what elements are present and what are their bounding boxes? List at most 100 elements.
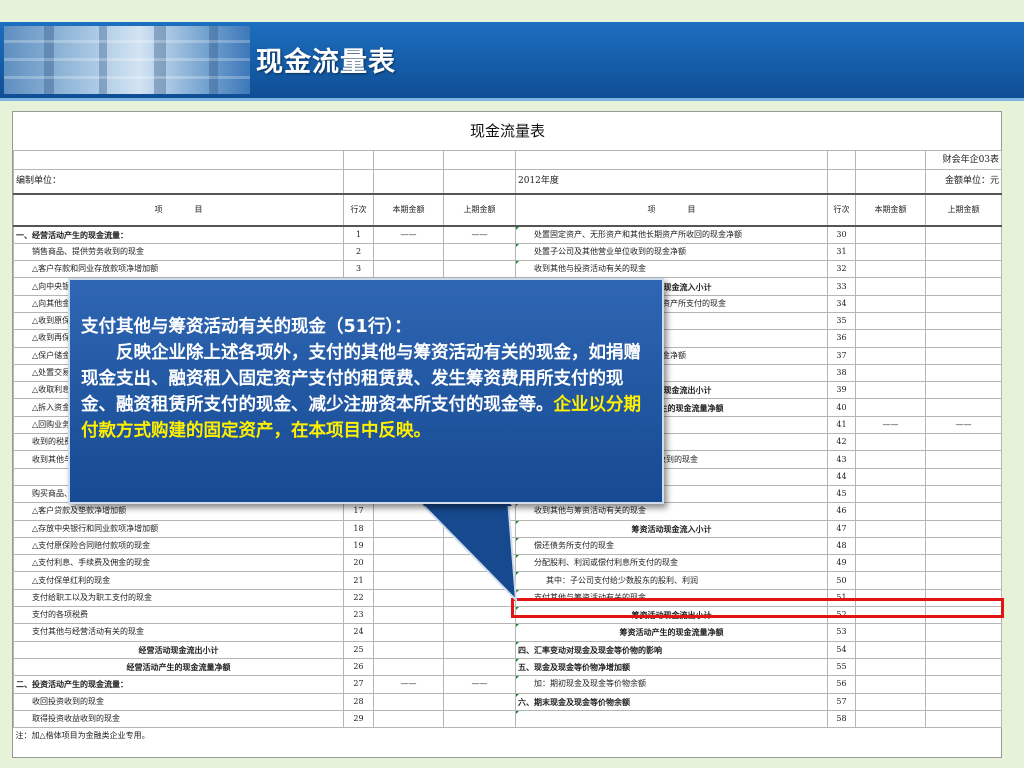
current-amount-cell	[855, 536, 926, 556]
previous-amount-cell	[924, 277, 1003, 296]
current-amount-cell	[855, 329, 926, 348]
row-line-number: 55	[827, 657, 856, 677]
table-row: 一、经营活动产生的现金流量： 1 —— —— 处置固定资产、无形资产和其他长期资产所收回…	[13, 225, 1003, 244]
previous-amount-cell	[443, 692, 516, 711]
row-item-label: 处置固定资产、无形资产和其他长期资产所收回的现金净额	[515, 225, 828, 244]
row-line-number: 1	[343, 225, 374, 244]
previous-amount-cell	[924, 329, 1003, 348]
current-amount-cell	[855, 381, 926, 400]
current-amount-cell	[855, 640, 926, 659]
row-line-number: 40	[827, 398, 856, 417]
previous-amount-cell	[924, 484, 1003, 504]
previous-amount-cell	[924, 450, 1003, 469]
row-line-number: 46	[827, 502, 856, 521]
row-line-number: 47	[827, 519, 856, 538]
fiscal-year: 2012年度	[515, 169, 828, 194]
current-amount-cell	[855, 260, 926, 279]
current-amount-cell	[855, 311, 926, 331]
row-line-number: 25	[343, 640, 374, 659]
row-item-label: 五、现金及现金等价物净增加额	[515, 657, 828, 677]
current-amount-cell	[855, 433, 926, 452]
col-header-item: 项 目	[13, 192, 344, 227]
row-item-label: △客户存款和同业存放款项净增加额	[13, 260, 344, 279]
row-line-number: 58	[827, 709, 856, 729]
previous-amount-cell	[924, 519, 1003, 538]
previous-amount-cell	[924, 260, 1003, 279]
row-item-label: 一、经营活动产生的现金流量：	[13, 225, 344, 244]
row-line-number: 54	[827, 640, 856, 659]
row-line-number: 26	[343, 657, 374, 677]
row-item-label: 加：期初现金及现金等价物余额	[515, 675, 828, 694]
table-row: △客户存款和同业存放款项净增加额 3 收到其他与投资活动有关的现金 32	[13, 260, 1003, 279]
unit-label: 编制单位：	[13, 169, 344, 194]
row-item-label: △支付原保险合同赔付款项的现金	[13, 536, 344, 556]
current-amount-cell	[855, 519, 926, 538]
table-row: △支付保单红利的现金 21 其中：子公司支付给少数股东的股利、利润 50	[13, 571, 1003, 590]
row-line-number: 27	[343, 675, 374, 694]
table-row: 二、投资活动产生的现金流量： 27 —— —— 加：期初现金及现金等价物余额 56	[13, 675, 1003, 694]
previous-amount-cell	[443, 640, 516, 659]
current-amount-cell	[373, 623, 444, 642]
current-amount-cell	[855, 277, 926, 296]
previous-amount-cell	[443, 571, 516, 590]
row-line-number: 33	[827, 277, 856, 296]
col-header-previous: 上期金额	[924, 192, 1003, 227]
current-amount-cell	[855, 692, 926, 711]
previous-amount-cell	[924, 433, 1003, 452]
table-row: △存放中央银行和同业款项净增加额 18 筹资活动现金流入小计 47	[13, 519, 1003, 538]
previous-amount-cell	[924, 311, 1003, 331]
current-amount-cell	[373, 606, 444, 625]
current-amount-cell	[373, 519, 444, 538]
previous-amount-cell	[924, 225, 1003, 244]
row-line-number: 3	[343, 260, 374, 279]
row-item-label: 经营活动产生的现金流量净额	[13, 657, 344, 677]
previous-amount-cell	[924, 381, 1003, 400]
current-amount-cell	[373, 502, 444, 521]
previous-amount-cell	[443, 519, 516, 538]
previous-amount-cell	[924, 657, 1003, 677]
footnote: 注：加△楷体项目为金融类企业专用。	[15, 731, 150, 741]
previous-amount-cell	[924, 363, 1003, 383]
previous-amount-cell	[924, 675, 1003, 694]
row-item-label: 偿还债务所支付的现金	[515, 536, 828, 556]
current-amount-cell	[373, 657, 444, 677]
currency-unit: 金额单位：元	[924, 169, 1003, 194]
col-header-item: 项 目	[515, 192, 828, 227]
current-amount-cell	[855, 398, 926, 417]
previous-amount-cell	[924, 709, 1003, 729]
col-header-current: 本期金额	[373, 192, 444, 227]
row-item-label: 销售商品、提供劳务收到的现金	[13, 242, 344, 262]
row-51-highlight	[511, 598, 1004, 618]
table-row: 经营活动产生的现金流量净额 26 五、现金及现金等价物净增加额 55	[13, 657, 1003, 677]
table-row: 取得投资收益收到的现金 29 58	[13, 709, 1003, 729]
previous-amount-cell	[924, 294, 1003, 313]
previous-amount-cell	[924, 692, 1003, 711]
previous-amount-cell: ——	[924, 415, 1003, 435]
row-line-number: 34	[827, 294, 856, 313]
current-amount-cell	[855, 346, 926, 365]
current-amount-cell	[855, 675, 926, 694]
row-item-label: 分配股利、利润或偿付利息所支付的现金	[515, 554, 828, 573]
row-item-label: △支付利息、手续费及佣金的现金	[13, 554, 344, 573]
previous-amount-cell	[924, 554, 1003, 573]
previous-amount-cell	[443, 709, 516, 729]
row-item-label: 收回投资收到的现金	[13, 692, 344, 711]
col-header-previous: 上期金额	[443, 192, 516, 227]
current-amount-cell	[855, 571, 926, 590]
row-item-label: 筹资活动现金流入小计	[515, 519, 828, 538]
row-item-label: 收到其他与投资活动有关的现金	[515, 260, 828, 279]
row-line-number: 48	[827, 536, 856, 556]
previous-amount-cell	[924, 623, 1003, 642]
row-line-number: 30	[827, 225, 856, 244]
row-line-number: 41	[827, 415, 856, 435]
current-amount-cell	[373, 554, 444, 573]
table-row: △支付利息、手续费及佣金的现金 20 分配股利、利润或偿付利息所支付的现金 49	[13, 554, 1003, 573]
col-header-current: 本期金额	[855, 192, 926, 227]
row-item-label: 支付的各项税费	[13, 606, 344, 625]
current-amount-cell	[373, 640, 444, 659]
row-line-number: 45	[827, 484, 856, 504]
current-amount-cell: ——	[855, 415, 926, 435]
row-item-label: 二、投资活动产生的现金流量：	[13, 675, 344, 694]
current-amount-cell	[855, 657, 926, 677]
previous-amount-cell	[924, 571, 1003, 590]
